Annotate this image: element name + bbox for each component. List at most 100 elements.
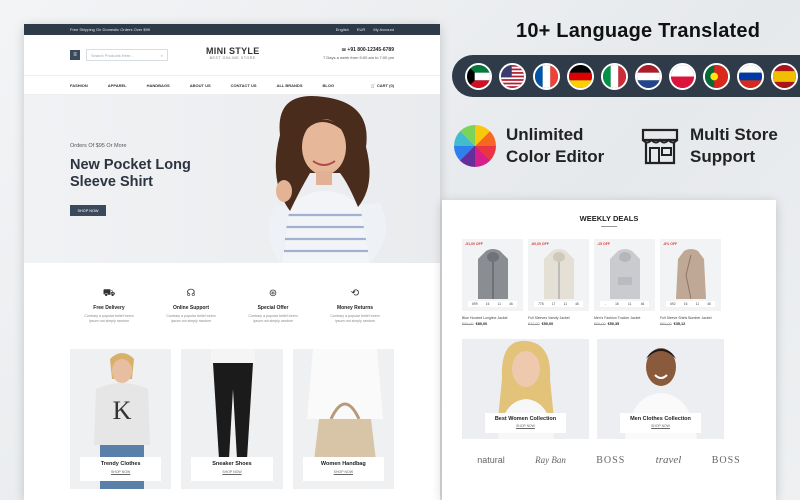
top-bar: Free Shipping On Domestic Orders Over $9… xyxy=(24,24,440,35)
collection-women[interactable]: Best Women Collection SHOP NOW xyxy=(462,339,589,439)
category-banners: K Trendy Clothes SHOP NOW Sneaker Shoes … xyxy=(24,349,440,489)
color-wheel-icon xyxy=(454,125,496,167)
product-card[interactable]: -8% OFF 692 16 11 46 Full Sleeve Shirts Bom… xyxy=(660,239,721,326)
brand-logo-travel[interactable]: travel xyxy=(656,454,682,466)
timer-seconds: 46 xyxy=(575,302,579,306)
portugal-flag-icon xyxy=(703,62,730,90)
currency-selector[interactable]: EUR xyxy=(357,27,365,32)
timer-seconds: 46 xyxy=(707,302,711,306)
deals-product-list: -51,00 OFF 699 16 11 46 Blue Hooded Longlin… xyxy=(442,239,776,326)
timer-minutes: 11 xyxy=(628,302,632,306)
category-name: Women Handbag xyxy=(320,461,366,467)
category-name: Trendy Clothes xyxy=(100,461,141,467)
timer-days: 699 xyxy=(472,302,478,306)
category-women-handbag[interactable]: Women Handbag SHOP NOW xyxy=(292,349,394,489)
nav-item-handbags[interactable]: HANDBAGS xyxy=(147,83,170,88)
product-price: €37,00 €50,00 xyxy=(528,322,589,326)
category-sneaker-shoes[interactable]: Sneaker Shoes SHOP NOW xyxy=(181,349,283,489)
product-name[interactable]: Men's Fashion Trucker Jacket xyxy=(594,316,655,320)
brand-logo-natural[interactable]: natural xyxy=(477,455,505,465)
feature-desc-line: ipsum not simply random xyxy=(253,319,293,323)
product-card[interactable]: -15 OFF - 16 11 46 Men's Fashion Trucker Ja… xyxy=(594,239,655,326)
feature-desc-line: ipsum not simply random xyxy=(89,319,129,323)
multi-store-text: Multi Store Support xyxy=(690,124,778,168)
header: ≡ Search Products Here... ⌕ MINI STYLE B… xyxy=(24,35,440,75)
nav-item-contact[interactable]: CONTACT US xyxy=(231,83,257,88)
nav-item-blog[interactable]: BLOG xyxy=(323,83,335,88)
search-icon[interactable]: ⌕ xyxy=(161,53,163,58)
feature-desc: Contrary a popular belief lorem ipsum not… xyxy=(314,314,396,324)
product-image[interactable]: -15 OFF - 16 11 46 xyxy=(594,239,655,311)
old-price: €60,00 xyxy=(660,322,672,326)
product-price: €60,00 €35,12 xyxy=(660,322,721,326)
timer-hours: 16 xyxy=(485,302,490,306)
countdown-timer: 778 17 11 46 xyxy=(534,301,583,307)
collection-name: Best Women Collection xyxy=(494,416,557,422)
product-price: €66,00 €50,35 xyxy=(594,322,655,326)
feature-item: ⟲ Money Returns Contrary a popular belie… xyxy=(314,287,396,349)
feature-title: Online Support xyxy=(172,305,210,311)
shipping-notice: Free Shipping On Domestic Orders Over $9… xyxy=(70,27,151,32)
phone-icon: ☎ xyxy=(341,47,347,52)
shop-now-link[interactable]: SHOP NOW xyxy=(485,424,566,428)
language-selector[interactable]: English xyxy=(336,27,349,32)
nav-item-apparel[interactable]: APPAREL xyxy=(108,83,127,88)
jacket-image xyxy=(675,249,706,300)
category-trendy-clothes[interactable]: K Trendy Clothes SHOP NOW xyxy=(70,349,172,489)
timer-days: 778 xyxy=(538,302,544,306)
product-name[interactable]: Full Sleeve Shirts Bomber Jacket xyxy=(660,316,721,320)
discount-badge: -60,00 OFF xyxy=(531,242,549,246)
netherlands-flag-icon xyxy=(635,62,662,90)
shop-now-link[interactable]: SHOP NOW xyxy=(80,470,161,474)
hero-title-line1: New Pocket Long xyxy=(70,157,191,173)
logo[interactable]: MINI STYLE BEST ONLINE STORE xyxy=(206,46,260,60)
product-image[interactable]: -8% OFF 692 16 11 46 xyxy=(660,239,721,311)
sale-price: €35,12 xyxy=(673,322,686,326)
collection-men[interactable]: Men Clothes Collection SHOP NOW xyxy=(597,339,724,439)
search-input[interactable]: Search Products Here... ⌕ xyxy=(86,49,168,61)
product-card[interactable]: -51,00 OFF 699 16 11 46 Blue Hooded Longlin… xyxy=(462,239,523,326)
brand-logos: natural Ray Ban BOSS travel BOSS xyxy=(442,454,776,466)
shop-now-link[interactable]: SHOP NOW xyxy=(620,424,701,428)
store-icon xyxy=(641,128,679,165)
brand-logo-boss-2[interactable]: BOSS xyxy=(712,455,741,466)
timer-hours: 17 xyxy=(551,302,556,306)
italy-flag-icon xyxy=(601,62,628,90)
timer-minutes: 11 xyxy=(695,302,699,306)
category-label: Women Handbag SHOP NOW xyxy=(302,457,384,481)
hero-banner: Orders Of $95 Or More New Pocket Long Sl… xyxy=(24,95,440,263)
brand-logo-rayban[interactable]: Ray Ban xyxy=(535,455,566,465)
jacket-image xyxy=(477,249,508,299)
shop-now-link[interactable]: SHOP NOW xyxy=(303,470,384,474)
product-card[interactable]: -60,00 OFF 778 17 11 46 Full Sleeves Varsit… xyxy=(528,239,589,326)
account-menu[interactable]: My Account xyxy=(373,27,394,32)
cart-button[interactable]: 🛒 CART (0) xyxy=(371,83,394,88)
feature-item: ⛟ Free Delivery Contrary a popular belie… xyxy=(68,287,150,349)
product-name[interactable]: Blue Hooded Longline Jacket xyxy=(462,316,523,320)
sale-price: €80,00 xyxy=(475,322,488,326)
shop-now-button[interactable]: SHOP NOW xyxy=(70,205,106,216)
feature-desc: Contrary a popular belief lorem ipsum not… xyxy=(68,314,150,324)
collection-banners: Best Women Collection SHOP NOW Men Cloth… xyxy=(442,339,776,439)
nav-item-fashion[interactable]: FASHION xyxy=(70,83,88,88)
collection-label: Best Women Collection SHOP NOW xyxy=(485,413,566,433)
hero-kicker: Orders Of $95 Or More xyxy=(70,143,127,149)
collection-label: Men Clothes Collection SHOP NOW xyxy=(620,413,701,433)
timer-seconds: 46 xyxy=(640,302,645,306)
brand-logo-boss[interactable]: BOSS xyxy=(596,455,625,466)
timer-seconds: 46 xyxy=(509,302,513,306)
nav-item-about[interactable]: ABOUT US xyxy=(190,83,211,88)
countdown-timer: - 16 11 46 xyxy=(600,301,649,307)
menu-icon[interactable]: ≡ xyxy=(70,50,80,60)
features-row: ⛟ Free Delivery Contrary a popular belie… xyxy=(24,263,440,349)
shop-now-link[interactable]: SHOP NOW xyxy=(191,470,272,474)
product-image[interactable]: -51,00 OFF 699 16 11 46 xyxy=(462,239,523,311)
truck-icon: ⛟ xyxy=(102,288,116,299)
nav-item-brands[interactable]: ALL BRANDS xyxy=(277,83,303,88)
feature-desc-line: ipsum not simply random xyxy=(171,319,211,323)
product-name[interactable]: Full Sleeves Varsity Jacket xyxy=(528,316,589,320)
sale-price: €50,35 xyxy=(607,322,620,326)
product-image[interactable]: -60,00 OFF 778 17 11 46 xyxy=(528,239,589,311)
spain-flag-icon xyxy=(771,62,798,90)
product-price: €99,00 €80,00 xyxy=(462,322,523,326)
